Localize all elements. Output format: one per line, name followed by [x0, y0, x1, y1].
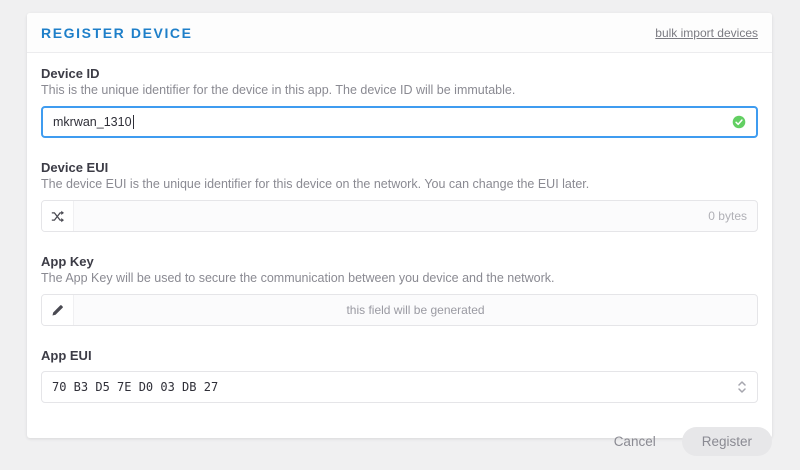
check-circle-icon — [732, 115, 746, 129]
app-key-input[interactable]: this field will be generated — [41, 294, 758, 326]
register-device-card: REGISTER DEVICE bulk import devices Devi… — [27, 13, 772, 438]
card-body: Device ID This is the unique identifier … — [27, 53, 772, 438]
bulk-import-devices-link[interactable]: bulk import devices — [655, 26, 758, 40]
updown-chevron-icon[interactable] — [737, 380, 747, 394]
device-eui-label: Device EUI — [41, 160, 758, 175]
shuffle-icon[interactable] — [42, 201, 74, 231]
device-id-label: Device ID — [41, 66, 758, 81]
device-eui-input[interactable]: 0 bytes — [41, 200, 758, 232]
device-id-description: This is the unique identifier for the de… — [41, 83, 758, 97]
device-eui-byte-count: 0 bytes — [74, 209, 757, 223]
register-button[interactable]: Register — [682, 427, 772, 456]
app-eui-selected-value: 70 B3 D5 7E D0 03 DB 27 — [52, 380, 218, 394]
pencil-icon[interactable] — [42, 295, 74, 325]
field-app-eui: App EUI 70 B3 D5 7E D0 03 DB 27 — [41, 348, 758, 403]
device-eui-description: The device EUI is the unique identifier … — [41, 177, 758, 191]
app-key-label: App Key — [41, 254, 758, 269]
card-header: REGISTER DEVICE bulk import devices — [27, 13, 772, 53]
device-id-input[interactable]: mkrwan_1310 — [41, 106, 758, 138]
page-title: REGISTER DEVICE — [41, 25, 193, 41]
field-device-eui: Device EUI The device EUI is the unique … — [41, 160, 758, 232]
cancel-button[interactable]: Cancel — [614, 434, 656, 449]
app-key-description: The App Key will be used to secure the c… — [41, 271, 758, 285]
field-app-key: App Key The App Key will be used to secu… — [41, 254, 758, 326]
app-key-placeholder: this field will be generated — [74, 303, 757, 317]
app-eui-select[interactable]: 70 B3 D5 7E D0 03 DB 27 — [41, 371, 758, 403]
form-actions: Cancel Register — [614, 427, 772, 456]
device-id-value: mkrwan_1310 — [53, 115, 132, 129]
field-device-id: Device ID This is the unique identifier … — [41, 66, 758, 138]
app-eui-label: App EUI — [41, 348, 758, 363]
text-caret — [133, 115, 134, 129]
